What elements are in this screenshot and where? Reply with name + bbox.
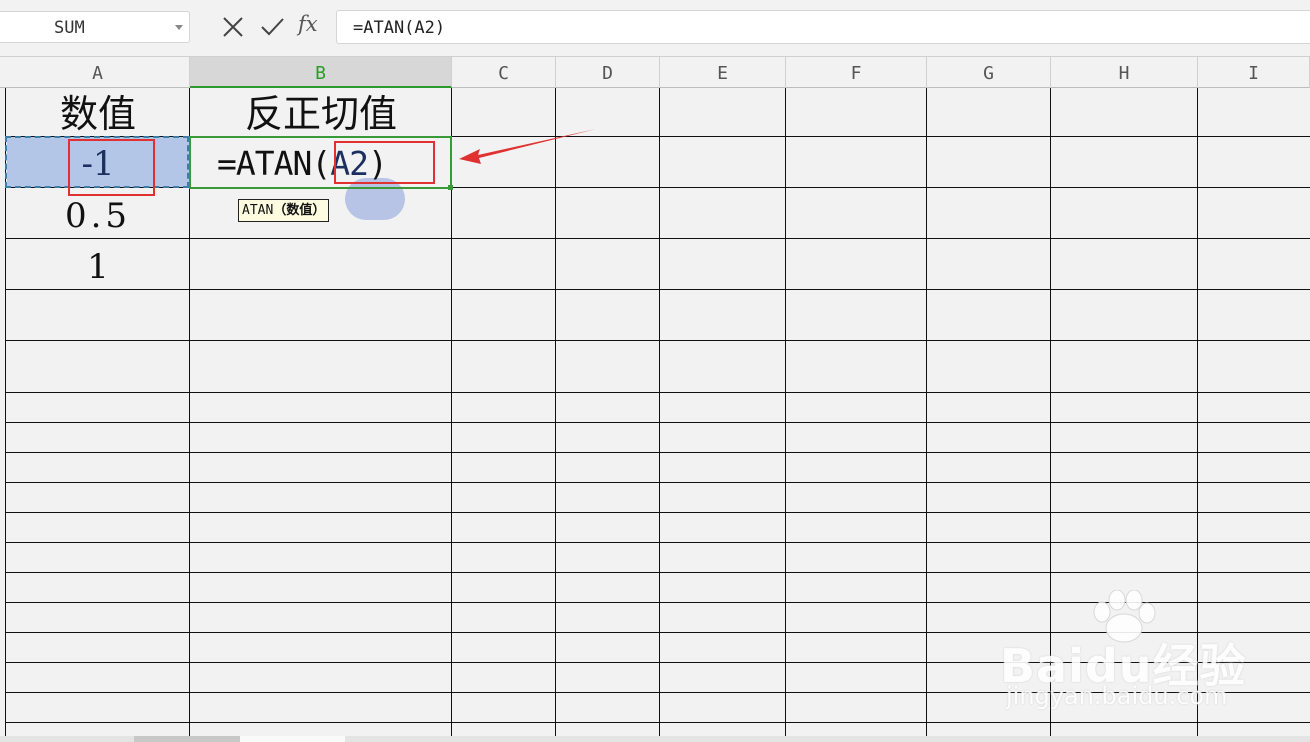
- watermark: Baidu经验 jingyan.baidu.com: [1000, 590, 1300, 720]
- sheet-tab[interactable]: [240, 736, 345, 742]
- watermark-url: jingyan.baidu.com: [1006, 682, 1228, 710]
- sheet-tab[interactable]: [134, 736, 240, 742]
